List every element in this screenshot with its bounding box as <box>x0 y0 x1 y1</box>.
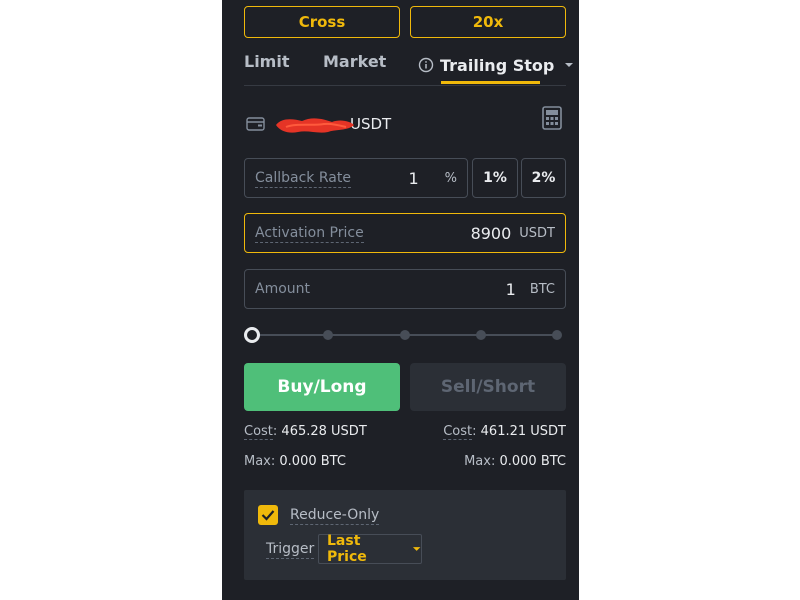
quick-rate-2-label: 2% <box>531 170 556 186</box>
tabs-divider <box>244 85 566 86</box>
tab-market-label: Market <box>323 52 387 71</box>
buy-cost-value: 465.28 USDT <box>281 424 367 439</box>
slider-step-50[interactable] <box>400 330 410 340</box>
sell-max: Max: 0.000 BTC <box>464 454 566 469</box>
active-tab-indicator <box>441 81 540 84</box>
leverage-label: 20x <box>472 13 504 31</box>
reduce-only-checkbox[interactable] <box>258 505 278 525</box>
buy-max-label: Max <box>244 454 271 469</box>
caret-down-icon <box>412 547 421 551</box>
tab-trailing-stop[interactable]: Trailing Stop <box>418 52 574 78</box>
callback-rate-unit: % <box>444 170 457 186</box>
buy-max-value: 0.000 BTC <box>279 454 346 469</box>
info-icon[interactable] <box>418 57 434 73</box>
buy-long-button[interactable]: Buy/Long <box>244 363 400 411</box>
tab-limit-label: Limit <box>244 52 290 71</box>
callback-rate-1pct-button[interactable]: 1% <box>472 158 518 198</box>
sell-short-label: Sell/Short <box>440 377 536 397</box>
wallet-icon <box>246 117 265 131</box>
buy-cost-label[interactable]: Cost <box>244 424 273 440</box>
balance-unit: USDT <box>350 115 392 133</box>
buy-long-label: Buy/Long <box>277 377 367 397</box>
sell-max-value: 0.000 BTC <box>499 454 566 469</box>
calculator-icon[interactable] <box>542 106 562 130</box>
sell-max-label: Max <box>464 454 491 469</box>
callback-rate-label: Callback Rate <box>255 169 351 188</box>
leverage-button[interactable]: 20x <box>410 6 566 38</box>
activation-price-input[interactable]: Activation Price 8900 USDT <box>244 213 566 253</box>
callback-rate-2pct-button[interactable]: 2% <box>521 158 566 198</box>
margin-mode-label: Cross <box>298 13 346 31</box>
sell-cost: Cost: 461.21 USDT <box>443 424 566 440</box>
caret-down-icon[interactable] <box>564 60 574 70</box>
trigger-value: Last Price <box>327 533 367 565</box>
activation-price-label: Activation Price <box>255 224 364 243</box>
tab-limit[interactable]: Limit <box>244 52 289 78</box>
activation-price-value: 8900 <box>470 223 512 243</box>
amount-value: 1 <box>505 279 516 299</box>
redacted-balance <box>276 118 354 133</box>
reduce-only-label[interactable]: Reduce-Only <box>290 506 380 525</box>
margin-mode-button[interactable]: Cross <box>244 6 400 38</box>
trade-panel: Cross 20x Limit Market Trailing Stop USD… <box>222 0 579 600</box>
trigger-label: Trigger <box>266 541 315 559</box>
sell-cost-value: 461.21 USDT <box>480 424 566 439</box>
amount-slider-handle[interactable] <box>244 327 260 343</box>
amount-unit: BTC <box>529 281 555 297</box>
checkmark-icon <box>261 510 275 521</box>
tab-market[interactable]: Market <box>323 52 386 78</box>
slider-step-75[interactable] <box>476 330 486 340</box>
sell-short-button[interactable]: Sell/Short <box>410 363 566 411</box>
callback-rate-value: 1 <box>408 168 419 188</box>
tab-trailing-stop-label: Trailing Stop <box>440 55 555 75</box>
slider-step-25[interactable] <box>323 330 333 340</box>
activation-price-unit: USDT <box>519 225 555 241</box>
quick-rate-1-label: 1% <box>483 170 507 186</box>
amount-label: Amount <box>255 281 311 297</box>
callback-rate-input[interactable]: Callback Rate 1 % <box>244 158 468 198</box>
available-balance: USDT <box>246 112 391 136</box>
sell-cost-label[interactable]: Cost <box>443 424 473 440</box>
slider-step-100[interactable] <box>552 330 562 340</box>
trigger-select[interactable]: Last Price <box>318 533 422 565</box>
buy-cost: Cost: 465.28 USDT <box>244 424 367 440</box>
amount-input[interactable]: Amount 1 BTC <box>244 269 566 309</box>
buy-max: Max: 0.000 BTC <box>244 454 346 469</box>
